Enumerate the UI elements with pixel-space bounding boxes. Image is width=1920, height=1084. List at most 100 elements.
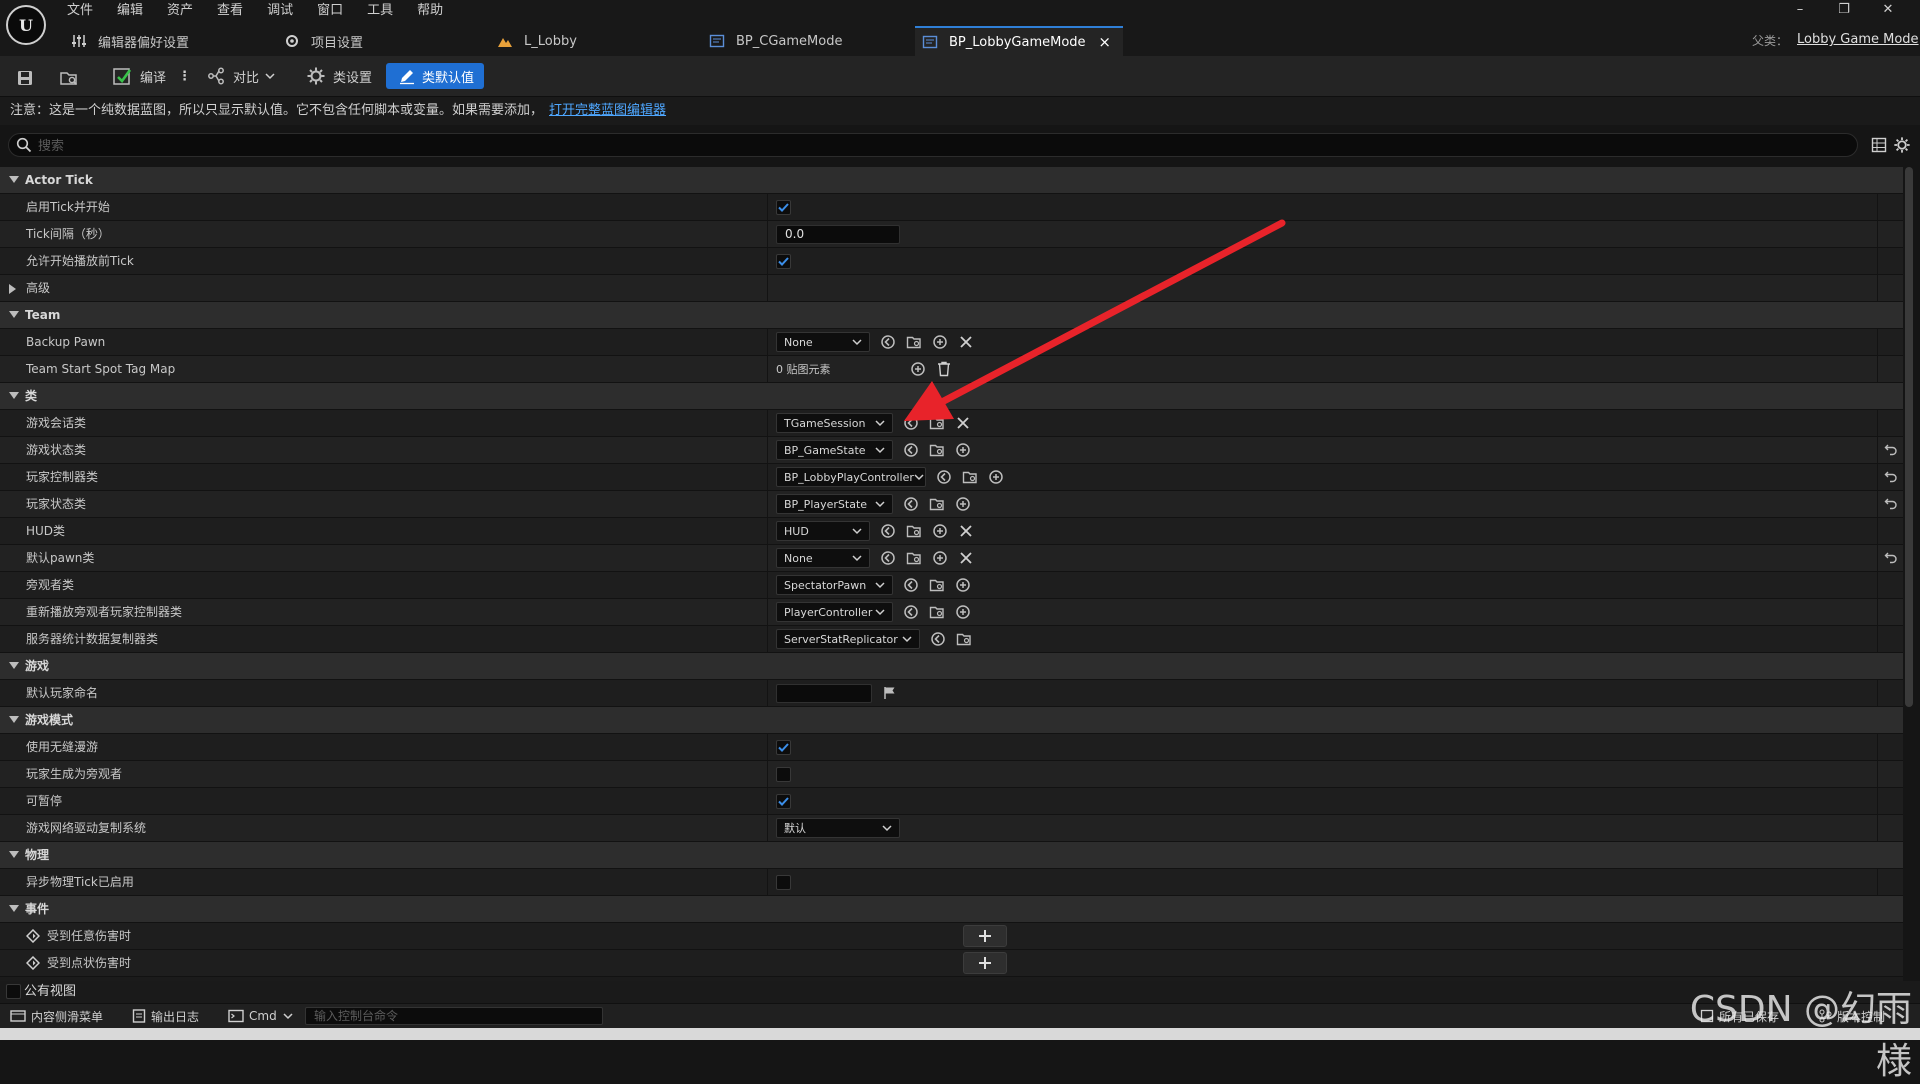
menu-tools[interactable]: 工具 bbox=[367, 2, 393, 20]
add-new-icon[interactable] bbox=[932, 550, 948, 566]
expand-arrow-icon[interactable] bbox=[9, 392, 19, 400]
browse-folder-icon[interactable] bbox=[956, 631, 972, 647]
unreal-logo-icon[interactable]: U bbox=[6, 5, 46, 45]
more-options-icon[interactable]: ⋮ bbox=[178, 69, 191, 84]
use-selected-icon[interactable] bbox=[903, 496, 919, 512]
reset-to-default-icon[interactable] bbox=[1884, 496, 1898, 510]
column-splitter[interactable] bbox=[767, 194, 768, 220]
use-selected-icon[interactable] bbox=[880, 550, 896, 566]
browse-folder-icon[interactable] bbox=[929, 577, 945, 593]
tab-editor-preferences[interactable]: 编辑器偏好设置 bbox=[70, 26, 270, 56]
expand-arrow-icon[interactable] bbox=[9, 716, 19, 724]
menu-debug[interactable]: 调试 bbox=[267, 2, 293, 20]
menu-window[interactable]: 窗口 bbox=[317, 2, 343, 20]
diff-button[interactable]: 对比 bbox=[205, 63, 275, 89]
async-physics-checkbox[interactable] bbox=[776, 874, 791, 890]
tab-close-icon[interactable]: × bbox=[1098, 33, 1111, 51]
backup-pawn-dropdown[interactable]: None bbox=[776, 332, 870, 352]
public-view-checkbox[interactable] bbox=[6, 984, 21, 999]
reset-to-default-icon[interactable] bbox=[1884, 550, 1898, 564]
use-selected-icon[interactable] bbox=[903, 577, 919, 593]
expand-arrow-icon[interactable] bbox=[9, 851, 19, 859]
class-defaults-button[interactable]: 类默认值 bbox=[386, 63, 485, 89]
category-game-mode[interactable]: 游戏模式 bbox=[0, 707, 1903, 734]
clear-icon[interactable] bbox=[958, 550, 974, 566]
restore-icon[interactable]: ❐ bbox=[1822, 2, 1866, 17]
browse-folder-icon[interactable] bbox=[906, 550, 922, 566]
default-player-name-input[interactable] bbox=[776, 683, 872, 703]
hud-dropdown[interactable]: HUD bbox=[776, 521, 870, 541]
expand-arrow-icon[interactable] bbox=[9, 311, 19, 319]
tab-project-settings[interactable]: 项目设置 bbox=[283, 26, 443, 56]
tab-l-lobby[interactable]: L_Lobby bbox=[496, 26, 656, 56]
browse-folder-icon[interactable] bbox=[929, 496, 945, 512]
open-full-editor-link[interactable]: 打开完整蓝图编辑器 bbox=[549, 103, 666, 118]
add-new-icon[interactable] bbox=[932, 523, 948, 539]
output-log-button[interactable]: 输出日志 bbox=[132, 1004, 199, 1028]
player-state-dropdown[interactable]: BP_PlayerState bbox=[776, 494, 893, 514]
browse-folder-icon[interactable] bbox=[906, 523, 922, 539]
collapsed-arrow-icon[interactable] bbox=[9, 284, 17, 294]
category-physics[interactable]: 物理 bbox=[0, 842, 1903, 869]
class-settings-button[interactable]: 类设置 bbox=[305, 63, 372, 89]
expand-arrow-icon[interactable] bbox=[9, 662, 19, 670]
add-new-icon[interactable] bbox=[955, 604, 971, 620]
game-state-dropdown[interactable]: BP_GameState bbox=[776, 440, 893, 460]
spectator-dropdown[interactable]: SpectatorPawn bbox=[776, 575, 893, 595]
compile-button[interactable]: 编译 ⋮ bbox=[112, 63, 191, 89]
add-new-icon[interactable] bbox=[955, 496, 971, 512]
use-selected-icon[interactable] bbox=[903, 442, 919, 458]
use-selected-icon[interactable] bbox=[936, 469, 952, 485]
menu-edit[interactable]: 编辑 bbox=[117, 2, 143, 20]
search-input[interactable] bbox=[36, 135, 1740, 157]
add-new-icon[interactable] bbox=[955, 577, 971, 593]
add-new-icon[interactable] bbox=[955, 442, 971, 458]
tick-before-play-checkbox[interactable] bbox=[776, 253, 791, 269]
reset-to-default-icon[interactable] bbox=[1884, 442, 1898, 456]
menu-assets[interactable]: 资产 bbox=[167, 2, 193, 20]
use-selected-icon[interactable] bbox=[930, 631, 946, 647]
player-controller-dropdown[interactable]: BP_LobbyPlayController bbox=[776, 467, 926, 487]
server-stat-dropdown[interactable]: ServerStatReplicator bbox=[776, 629, 920, 649]
browse-folder-icon[interactable] bbox=[929, 442, 945, 458]
gear-icon[interactable] bbox=[1893, 136, 1911, 154]
menu-help[interactable]: 帮助 bbox=[417, 2, 443, 20]
flag-icon[interactable] bbox=[882, 685, 898, 701]
add-event-button[interactable] bbox=[963, 952, 1007, 974]
tab-bp-cgamemode[interactable]: BP_CGameMode bbox=[708, 26, 908, 56]
default-pawn-dropdown[interactable]: None bbox=[776, 548, 870, 568]
replay-spectator-dropdown[interactable]: PlayerController bbox=[776, 602, 893, 622]
browse-asset-button[interactable] bbox=[58, 65, 86, 91]
pausable-checkbox[interactable] bbox=[776, 793, 791, 809]
expand-arrow-icon[interactable] bbox=[9, 905, 19, 913]
category-actor-tick[interactable]: Actor Tick bbox=[0, 167, 1903, 194]
use-selected-icon[interactable] bbox=[880, 523, 896, 539]
table-view-icon[interactable] bbox=[1871, 137, 1887, 153]
save-button[interactable] bbox=[14, 65, 42, 91]
add-event-button[interactable] bbox=[963, 925, 1007, 947]
expand-arrow-icon[interactable] bbox=[9, 176, 19, 184]
console-command-input[interactable] bbox=[305, 1007, 603, 1025]
tick-start-checkbox[interactable] bbox=[776, 199, 791, 215]
scrollbar-thumb[interactable] bbox=[1905, 167, 1913, 707]
category-events[interactable]: 事件 bbox=[0, 896, 1903, 923]
game-session-dropdown[interactable]: TGameSession bbox=[776, 413, 893, 433]
category-game[interactable]: 游戏 bbox=[0, 653, 1903, 680]
minimize-icon[interactable]: – bbox=[1778, 2, 1822, 17]
clear-icon[interactable] bbox=[958, 523, 974, 539]
parent-class-link[interactable]: Lobby Game Mode bbox=[1797, 32, 1919, 47]
cmd-dropdown[interactable]: Cmd bbox=[228, 1004, 293, 1028]
net-replication-dropdown[interactable]: 默认 bbox=[776, 818, 900, 838]
content-drawer-button[interactable]: 内容侧滑菜单 bbox=[10, 1004, 103, 1028]
seamless-travel-checkbox[interactable] bbox=[776, 739, 791, 755]
close-window-icon[interactable]: ✕ bbox=[1866, 2, 1910, 17]
use-selected-icon[interactable] bbox=[903, 604, 919, 620]
browse-folder-icon[interactable] bbox=[929, 604, 945, 620]
menu-file[interactable]: 文件 bbox=[67, 2, 93, 20]
add-new-icon[interactable] bbox=[988, 469, 1004, 485]
browse-folder-icon[interactable] bbox=[962, 469, 978, 485]
tab-bp-lobbygamemode[interactable]: BP_LobbyGameMode × bbox=[915, 26, 1123, 56]
menu-view[interactable]: 查看 bbox=[217, 2, 243, 20]
reset-to-default-icon[interactable] bbox=[1884, 469, 1898, 483]
start-spectator-checkbox[interactable] bbox=[776, 766, 791, 782]
